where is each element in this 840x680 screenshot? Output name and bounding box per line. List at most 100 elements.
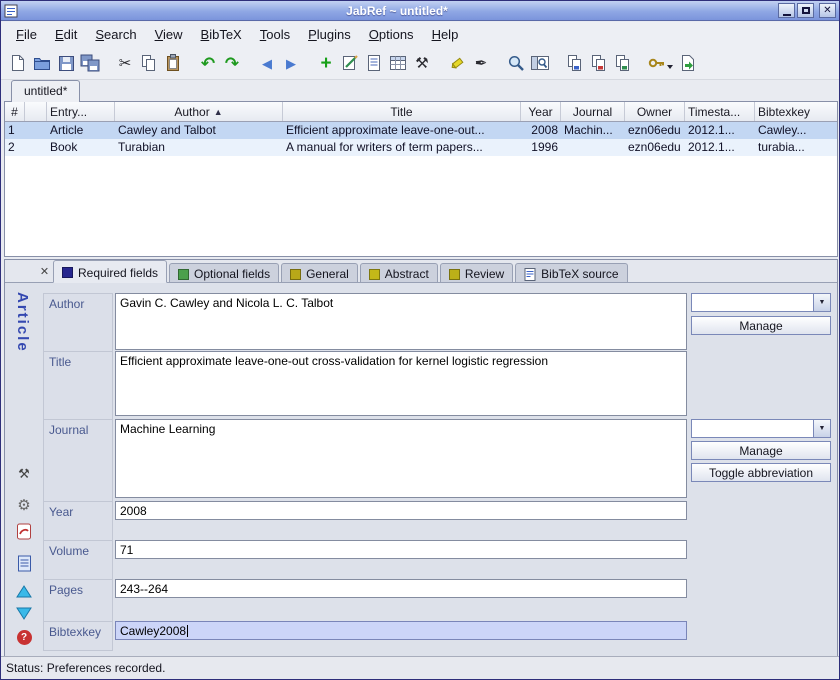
- maximize-button[interactable]: [797, 3, 814, 18]
- close-entry-editor-button[interactable]: ✕: [37, 264, 52, 279]
- author-input[interactable]: Gavin C. Cawley and Nicola L. C. Talbot: [115, 293, 687, 350]
- cut-icon[interactable]: ✂: [113, 51, 137, 75]
- tab-bibtex-source[interactable]: BibTeX source: [515, 263, 627, 282]
- entry-editor: Required fields Optional fields General …: [4, 259, 838, 657]
- menu-help[interactable]: Help: [423, 24, 468, 45]
- cell-icon: [25, 139, 47, 156]
- col-header-icon[interactable]: [25, 102, 47, 121]
- edit-strings-icon[interactable]: [362, 51, 386, 75]
- status-text: Status: Preferences recorded.: [6, 661, 165, 675]
- menu-search[interactable]: Search: [86, 24, 145, 45]
- manage-authors-button[interactable]: Manage: [691, 316, 831, 335]
- tab-review[interactable]: Review: [440, 263, 513, 282]
- menu-view[interactable]: View: [146, 24, 192, 45]
- chevron-down-icon: ▼: [813, 294, 830, 311]
- menu-plugins[interactable]: Plugins: [299, 24, 360, 45]
- tab-label: Abstract: [385, 267, 429, 281]
- menu-bibtex[interactable]: BibTeX: [192, 24, 251, 45]
- forward-icon[interactable]: ▶: [279, 51, 303, 75]
- cell-title: A manual for writers of term papers...: [283, 139, 521, 156]
- col-header-title[interactable]: Title: [283, 102, 521, 121]
- bibtexkey-input[interactable]: Cawley2008: [115, 621, 687, 640]
- cell-title: Efficient approximate leave-one-out...: [283, 122, 521, 139]
- undo-icon[interactable]: ↶: [196, 51, 220, 75]
- database-properties-icon[interactable]: [386, 51, 410, 75]
- tab-abstract[interactable]: Abstract: [360, 263, 438, 282]
- edit-entry-icon[interactable]: [338, 51, 362, 75]
- window-icon: [4, 4, 18, 18]
- col-header-number[interactable]: #: [5, 102, 25, 121]
- abstract-fields-icon: [369, 269, 380, 280]
- menu-tools[interactable]: Tools: [251, 24, 299, 45]
- tab-required-fields[interactable]: Required fields: [53, 260, 167, 283]
- cell-year: 2008: [521, 122, 561, 139]
- table-row[interactable]: 1 Article Cawley and Talbot Efficient ap…: [5, 122, 837, 139]
- help-button[interactable]: ?: [15, 628, 33, 646]
- tab-label: Review: [465, 267, 504, 281]
- table-header-row: # Entry... Author ▲ Title Year Journal O…: [5, 102, 837, 122]
- open-database-icon[interactable]: [30, 51, 54, 75]
- journal-input[interactable]: Machine Learning: [115, 419, 687, 498]
- next-entry-button[interactable]: [15, 604, 33, 622]
- title-input[interactable]: Efficient approximate leave-one-out cros…: [115, 351, 687, 416]
- col-header-author-label: Author: [174, 105, 209, 119]
- journal-combo[interactable]: ▼: [691, 419, 831, 438]
- menu-edit[interactable]: Edit: [46, 24, 86, 45]
- pages-input[interactable]: 243--264: [115, 579, 687, 598]
- author-combo[interactable]: ▼: [691, 293, 831, 312]
- cleanup-icon[interactable]: ⚒: [410, 51, 434, 75]
- save-database-icon[interactable]: [54, 51, 78, 75]
- general-fields-icon: [290, 269, 301, 280]
- year-input[interactable]: 2008: [115, 501, 687, 520]
- gear-icon[interactable]: ⚙: [15, 496, 33, 514]
- volume-input[interactable]: 71: [115, 540, 687, 559]
- previous-entry-button[interactable]: [15, 582, 33, 600]
- copy-title-icon[interactable]: [611, 51, 635, 75]
- copy-icon[interactable]: [137, 51, 161, 75]
- toolbar-separator: [244, 52, 255, 74]
- back-icon[interactable]: ◀: [255, 51, 279, 75]
- bibtex-source-icon: [524, 268, 536, 281]
- paste-icon[interactable]: [161, 51, 185, 75]
- menu-options[interactable]: Options: [360, 24, 423, 45]
- database-tab[interactable]: untitled*: [11, 80, 80, 102]
- toolbar: ✂ ↶ ↷ ◀ ▶ + ⚒ ✒: [1, 47, 839, 80]
- field-label-bibtexkey: Bibtexkey: [43, 621, 113, 651]
- save-all-icon[interactable]: [78, 51, 102, 75]
- redo-icon[interactable]: ↷: [220, 51, 244, 75]
- col-header-journal[interactable]: Journal: [561, 102, 625, 121]
- field-label-journal: Journal: [43, 419, 113, 502]
- mark-entries-icon[interactable]: [445, 51, 469, 75]
- manage-journals-button[interactable]: Manage: [691, 441, 831, 460]
- cell-journal: [561, 139, 625, 156]
- new-database-icon[interactable]: [6, 51, 30, 75]
- open-file-icon[interactable]: [676, 51, 700, 75]
- tab-general[interactable]: General: [281, 263, 358, 282]
- toolbar-separator: [303, 52, 314, 74]
- col-header-bibtexkey[interactable]: Bibtexkey: [755, 102, 835, 121]
- minimize-button[interactable]: [778, 3, 795, 18]
- field-label-volume: Volume: [43, 540, 113, 580]
- pdf-icon[interactable]: [15, 522, 33, 540]
- copy-key-icon[interactable]: [563, 51, 587, 75]
- col-header-timestamp[interactable]: Timesta...: [685, 102, 755, 121]
- menu-file[interactable]: File: [7, 24, 46, 45]
- new-entry-icon[interactable]: +: [314, 51, 338, 75]
- col-header-owner[interactable]: Owner: [625, 102, 685, 121]
- copy-cite-icon[interactable]: [587, 51, 611, 75]
- search-icon[interactable]: [504, 51, 528, 75]
- unmark-entries-icon[interactable]: ✒: [469, 51, 493, 75]
- col-header-year[interactable]: Year: [521, 102, 561, 121]
- toolbar-separator: [102, 52, 113, 74]
- toolbar-separator: [185, 52, 196, 74]
- document-icon[interactable]: [15, 554, 33, 572]
- toggle-abbreviation-button[interactable]: Toggle abbreviation: [691, 463, 831, 482]
- tools-icon[interactable]: ⚒: [15, 464, 33, 482]
- table-row[interactable]: 2 Book Turabian A manual for writers of …: [5, 139, 837, 156]
- col-header-entrytype[interactable]: Entry...: [47, 102, 115, 121]
- tab-optional-fields[interactable]: Optional fields: [169, 263, 279, 282]
- col-header-author[interactable]: Author ▲: [115, 102, 283, 121]
- close-button[interactable]: ✕: [819, 3, 836, 18]
- toggle-search-icon[interactable]: [528, 51, 552, 75]
- generate-keys-icon[interactable]: [646, 51, 676, 75]
